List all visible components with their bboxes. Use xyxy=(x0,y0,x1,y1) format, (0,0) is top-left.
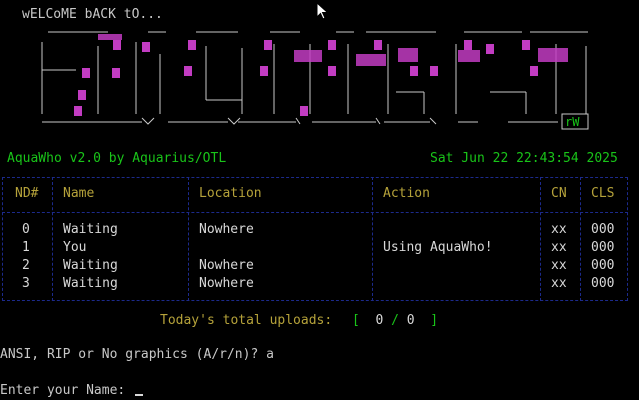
header-location: Location xyxy=(199,186,262,201)
banner-tag: rW xyxy=(565,115,580,129)
table-cell-name: Waiting xyxy=(63,276,118,291)
app-version-label: AquaWho v2.0 by Aquarius/OTL xyxy=(7,151,227,166)
mouse-pointer-icon xyxy=(316,2,329,20)
text-cursor xyxy=(135,394,144,396)
table-cell-name: Waiting xyxy=(63,222,118,237)
ansi-art-banner: rW xyxy=(41,31,589,130)
table-cell-cn: xx xyxy=(551,240,567,255)
table-cell-location: Nowhere xyxy=(199,222,254,237)
table-cell-location: Nowhere xyxy=(199,276,254,291)
table-cell-location: Nowhere xyxy=(199,258,254,273)
table-cell-name: You xyxy=(63,240,87,255)
column-divider xyxy=(52,177,53,301)
table-cell-nd: 2 xyxy=(22,258,30,273)
name-prompt[interactable]: Enter your Name: xyxy=(0,382,144,400)
datetime-label: Sat Jun 22 22:43:54 2025 xyxy=(430,151,618,166)
column-divider xyxy=(580,177,581,301)
column-divider xyxy=(188,177,189,301)
header-name: Name xyxy=(63,186,95,201)
column-divider xyxy=(540,177,541,301)
table-cell-cls: 000 xyxy=(591,240,615,255)
table-cell-nd: 0 xyxy=(22,222,30,237)
header-node: ND# xyxy=(15,186,39,201)
header-cls: CLS xyxy=(591,186,615,201)
table-cell-cls: 000 xyxy=(591,258,615,273)
header-cn: CN xyxy=(551,186,567,201)
table-cell-cn: xx xyxy=(551,276,567,291)
uploads-value: [ 0 / 0 ] xyxy=(352,313,439,328)
welcome-text: wELCoME bACK tO... xyxy=(22,7,163,22)
table-cell-nd: 1 xyxy=(22,240,30,255)
table-cell-nd: 3 xyxy=(22,276,30,291)
graphics-prompt: ANSI, RIP or No graphics (A/r/n)? a xyxy=(0,347,274,362)
table-cell-name: Waiting xyxy=(63,258,118,273)
uploads-label: Today's total uploads: xyxy=(160,313,333,328)
column-divider xyxy=(372,177,373,301)
table-cell-action: Using AquaWho! xyxy=(383,240,493,255)
header-action: Action xyxy=(383,186,430,201)
header-divider xyxy=(2,212,628,213)
table-cell-cls: 000 xyxy=(591,222,615,237)
table-cell-cn: xx xyxy=(551,258,567,273)
table-cell-cn: xx xyxy=(551,222,567,237)
table-cell-cls: 000 xyxy=(591,276,615,291)
